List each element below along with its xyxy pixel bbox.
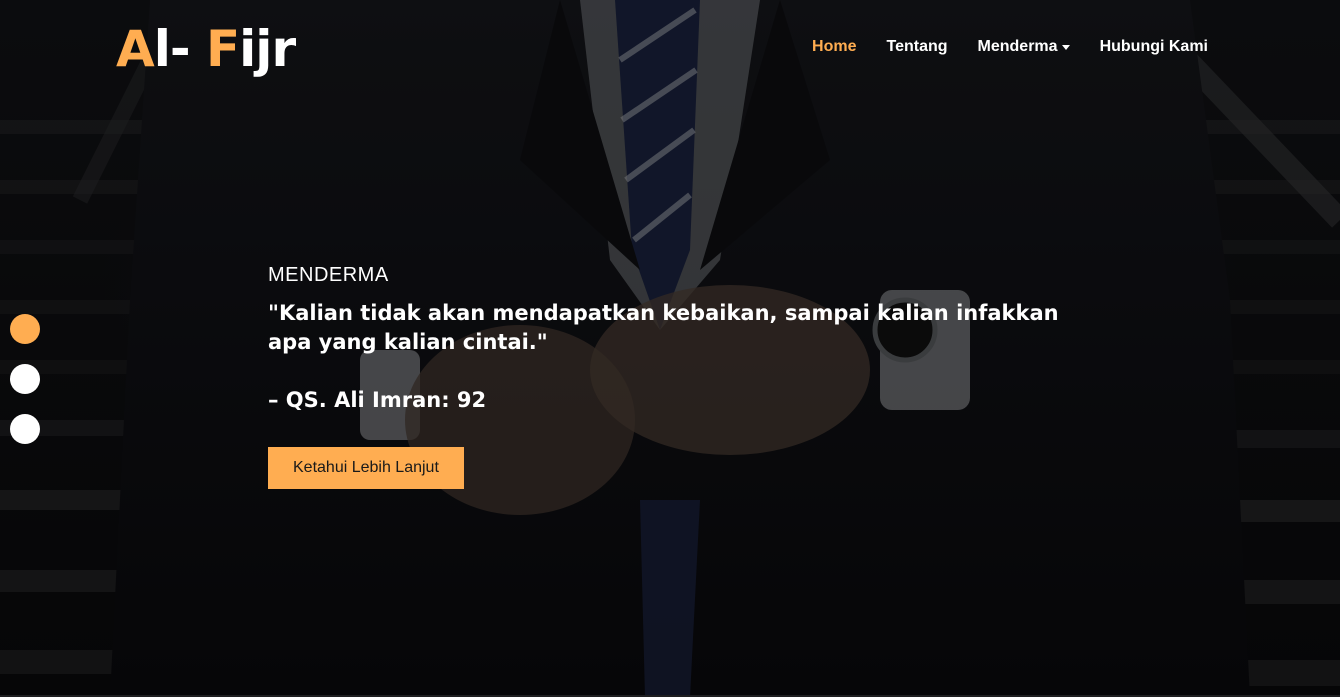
hero-carousel: Al- Fijr Home Tentang Menderma Hubungi K…	[0, 0, 1340, 697]
brand-logo[interactable]: Al- Fijr	[116, 18, 296, 80]
caption-source: – QS. Ali Imran: 92	[268, 388, 487, 412]
carousel-indicator-1[interactable]	[10, 314, 40, 344]
carousel-indicator-2[interactable]	[10, 364, 40, 394]
nav-item-home[interactable]: Home	[812, 38, 856, 56]
brand-accent-letter-1: A	[116, 20, 155, 78]
carousel-indicator-3[interactable]	[10, 414, 40, 444]
caption-quote: "Kalian tidak akan mendapatkan kebaikan,…	[268, 299, 1068, 357]
nav-item-hubungi-kami[interactable]: Hubungi Kami	[1100, 38, 1208, 56]
carousel-caption: MENDERMA "Kalian tidak akan mendapatkan …	[268, 264, 1068, 489]
caption-quote-line-1: "Kalian tidak akan mendapatkan kebaikan,…	[268, 301, 1059, 325]
caption-eyebrow: MENDERMA	[268, 264, 389, 286]
caret-down-icon	[1061, 45, 1070, 50]
brand-text-2: ijr	[239, 20, 296, 78]
navbar: Al- Fijr Home Tentang Menderma Hubungi K…	[0, 0, 1340, 100]
learn-more-button[interactable]: Ketahui Lebih Lanjut	[268, 447, 464, 489]
nav-item-menderma-label: Menderma	[977, 38, 1058, 55]
brand-text-1: l-	[153, 20, 207, 78]
nav-item-menderma-dropdown[interactable]: Menderma	[978, 38, 1070, 56]
nav-menu: Home Tentang Menderma Hubungi Kami	[812, 38, 1208, 56]
carousel-indicators	[10, 314, 40, 444]
brand-accent-letter-2: F	[206, 20, 240, 78]
caption-quote-line-2: apa yang kalian cintai."	[268, 330, 548, 354]
nav-item-tentang[interactable]: Tentang	[887, 38, 948, 56]
